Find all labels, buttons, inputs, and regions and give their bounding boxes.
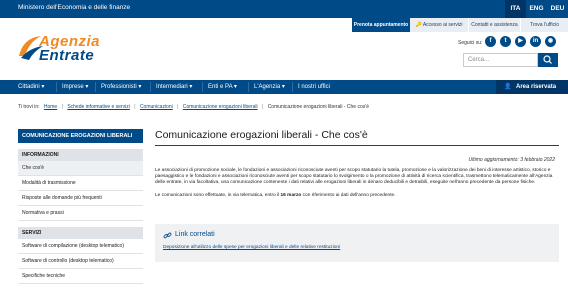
breadcrumb-home[interactable]: Home <box>44 104 57 110</box>
ministry-label: Ministero dell'Economia e delle finanze <box>18 4 131 11</box>
breadcrumb-comunicazioni[interactable]: Comunicazioni <box>140 104 173 110</box>
sidebar-item-specifiche[interactable]: Specifiche tecniche <box>18 269 143 284</box>
accesso-servizi-label: Accesso ai servizi <box>422 22 463 28</box>
follow-label: Seguici su: <box>458 40 483 46</box>
logo-line2: Entrate <box>39 47 95 64</box>
trova-ufficio-button[interactable]: Trova l'ufficio <box>521 18 568 32</box>
search-button[interactable] <box>538 53 558 67</box>
sidebar-section-servizi: SERVIZI <box>18 227 143 239</box>
breadcrumb-schede[interactable]: Schede informative e servizi <box>67 104 130 110</box>
ministry-bar: Ministero dell'Economia e delle finanze … <box>0 0 568 18</box>
related-links-box: Link correlati Deposizione all'utilizzo … <box>155 224 559 262</box>
area-riservata-button[interactable]: 👤 Area riservata <box>496 80 568 94</box>
related-links-title: Link correlati <box>175 231 215 238</box>
nav-cittadini[interactable]: Cittadini ▾ <box>18 80 44 94</box>
sidebar-section-informazioni: INFORMAZIONI <box>18 149 143 161</box>
nav-nostri-uffici[interactable]: I nostri uffici <box>298 80 330 94</box>
youtube-icon[interactable]: ▶ <box>515 36 526 47</box>
sidebar-item-software-controllo[interactable]: Software di controllo (desktop telematic… <box>18 254 143 269</box>
title-divider <box>155 145 559 146</box>
sidebar-item-che-cose[interactable]: Che cos'è <box>18 161 143 176</box>
sidebar-item-faq[interactable]: Risposte alle domande più frequenti <box>18 191 143 206</box>
search-icon <box>543 55 552 64</box>
user-icon: 👤 <box>504 84 512 90</box>
deadline-date: 16 marzo <box>280 193 302 198</box>
nav-intermediari[interactable]: Intermediari ▾ <box>156 80 192 94</box>
sidebar: COMUNICAZIONE EROGAZIONI LIBERALI INFORM… <box>18 129 143 284</box>
nav-professionisti[interactable]: Professionisti ▾ <box>101 80 141 94</box>
last-updated: Ultimo aggiornamento: 3 febbraio 2022 <box>468 157 555 163</box>
nav-enti-pa[interactable]: Enti e PA ▾ <box>208 80 237 94</box>
area-riservata-label: Area riservata <box>516 84 557 90</box>
contatti-assistenza-button[interactable]: Contatti e assistenza <box>469 18 521 32</box>
sidebar-item-modalita[interactable]: Modalità di trasmissione <box>18 176 143 191</box>
site-header: Agenzia Entrate Prenota appuntamento 🔑 A… <box>0 18 568 78</box>
deadline-paragraph: Le comunicazioni sono effettuate, in via… <box>155 193 396 198</box>
prenota-appuntamento-button[interactable]: Prenota appuntamento <box>352 18 410 32</box>
main-nav: Cittadini ▾ Imprese ▾ Professionisti ▾ I… <box>0 80 568 94</box>
lang-deu[interactable]: DEU <box>547 0 568 18</box>
breadcrumb-prefix: Ti trovi in: <box>18 104 40 110</box>
rss-icon[interactable]: ◉ <box>545 36 556 47</box>
link-icon <box>163 232 172 239</box>
breadcrumb: Ti trovi in: Home | Schede informative e… <box>18 104 369 110</box>
key-icon: 🔑 <box>415 22 422 28</box>
agenzia-entrate-logo[interactable]: Agenzia Entrate <box>15 32 115 72</box>
twitter-icon[interactable]: t <box>500 36 511 47</box>
sidebar-title: COMUNICAZIONE EROGAZIONI LIBERALI <box>18 129 143 143</box>
breadcrumb-current: Comunicazione erogazioni liberali - Che … <box>267 104 369 110</box>
lang-ita[interactable]: ITA <box>505 0 526 18</box>
page-title: Comunicazione erogazioni liberali - Che … <box>155 129 368 141</box>
nav-agenzia[interactable]: L'Agenzia ▾ <box>254 80 285 94</box>
lang-eng[interactable]: ENG <box>526 0 547 18</box>
breadcrumb-erogazioni[interactable]: Comunicazione erogazioni liberali <box>183 104 258 110</box>
related-link-1[interactable]: Deposizione all'utilizzo delle spese per… <box>163 245 340 250</box>
linkedin-icon[interactable]: in <box>530 36 541 47</box>
facebook-icon[interactable]: f <box>485 36 496 47</box>
nav-imprese[interactable]: Imprese ▾ <box>62 80 88 94</box>
search-input[interactable]: Cerca... <box>463 53 538 67</box>
intro-paragraph: Le associazioni di promozione sociale, l… <box>155 168 553 186</box>
sidebar-item-software-compilazione[interactable]: Software di compilazione (desktop telema… <box>18 239 143 254</box>
sidebar-item-normativa[interactable]: Normativa e prassi <box>18 206 143 221</box>
accesso-servizi-button[interactable]: 🔑 Accesso ai servizi <box>410 18 469 32</box>
